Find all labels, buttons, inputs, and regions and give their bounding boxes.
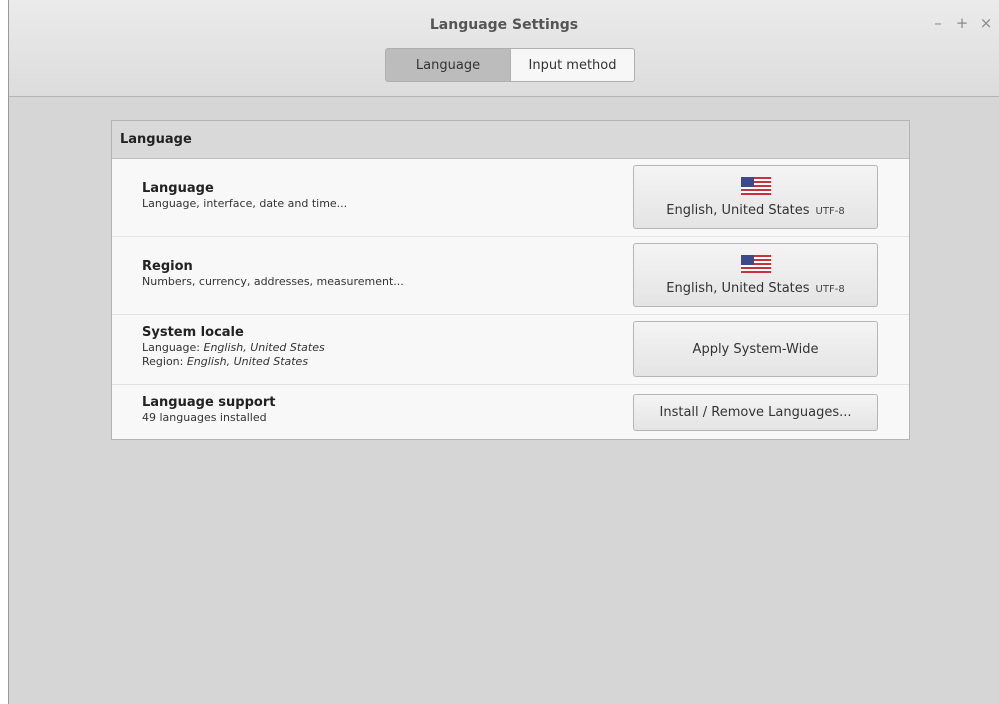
window-controls: – + ×	[931, 14, 993, 32]
minimize-button[interactable]: –	[931, 14, 945, 32]
region-select-button[interactable]: English, United States UTF-8	[633, 243, 878, 307]
language-support-title: Language support	[142, 395, 276, 410]
language-row-label: Language Language, interface, date and t…	[142, 181, 347, 211]
system-locale-label: System locale Language: English, United …	[142, 325, 325, 369]
close-button[interactable]: ×	[979, 14, 993, 32]
region-row-title: Region	[142, 259, 193, 274]
region-row: Region Numbers, currency, addresses, mea…	[112, 237, 909, 315]
maximize-button[interactable]: +	[955, 14, 969, 32]
window-title: Language Settings	[429, 17, 579, 33]
section-header: Language	[112, 121, 909, 159]
system-locale-language-value: English, United States	[203, 341, 325, 354]
install-remove-languages-button[interactable]: Install / Remove Languages...	[633, 394, 878, 431]
stack-switcher: Language Input method	[385, 48, 635, 82]
us-flag-icon	[740, 254, 771, 273]
region-encoding-label: UTF-8	[815, 283, 845, 295]
language-section: Language Language Language, interface, d…	[111, 120, 910, 440]
language-select-button[interactable]: English, United States UTF-8	[633, 165, 878, 229]
language-encoding-label: UTF-8	[815, 205, 845, 217]
region-row-label: Region Numbers, currency, addresses, mea…	[142, 259, 404, 289]
language-row-title: Language	[142, 181, 214, 196]
system-locale-language-prefix: Language:	[142, 341, 204, 354]
region-button-label: English, United States	[666, 280, 810, 296]
header-bar: Language Settings – + × Language Input m…	[9, 0, 999, 97]
region-button-text: English, United States UTF-8	[666, 281, 844, 296]
language-button-text: English, United States UTF-8	[666, 203, 844, 218]
language-support-subtitle: 49 languages installed	[142, 411, 267, 424]
language-support-label: Language support 49 languages installed	[142, 395, 275, 425]
language-button-label: English, United States	[666, 202, 810, 218]
system-locale-language-line: Language: English, United States	[142, 341, 325, 355]
system-locale-region-prefix: Region:	[142, 355, 187, 368]
system-locale-row: System locale Language: English, United …	[112, 315, 909, 385]
system-locale-title: System locale	[142, 325, 244, 340]
us-flag-icon	[740, 176, 771, 195]
language-row: Language Language, interface, date and t…	[112, 159, 909, 237]
language-settings-window: Language Settings – + × Language Input m…	[8, 0, 999, 704]
system-locale-region-line: Region: English, United States	[142, 355, 325, 369]
tab-input-method[interactable]: Input method	[511, 48, 635, 82]
language-row-subtitle: Language, interface, date and time...	[142, 197, 348, 210]
language-support-row: Language support 49 languages installed …	[112, 385, 909, 440]
apply-system-wide-button[interactable]: Apply System-Wide	[633, 321, 878, 377]
region-row-subtitle: Numbers, currency, addresses, measuremen…	[142, 275, 404, 288]
system-locale-region-value: English, United States	[186, 355, 309, 368]
tab-language[interactable]: Language	[385, 48, 511, 82]
